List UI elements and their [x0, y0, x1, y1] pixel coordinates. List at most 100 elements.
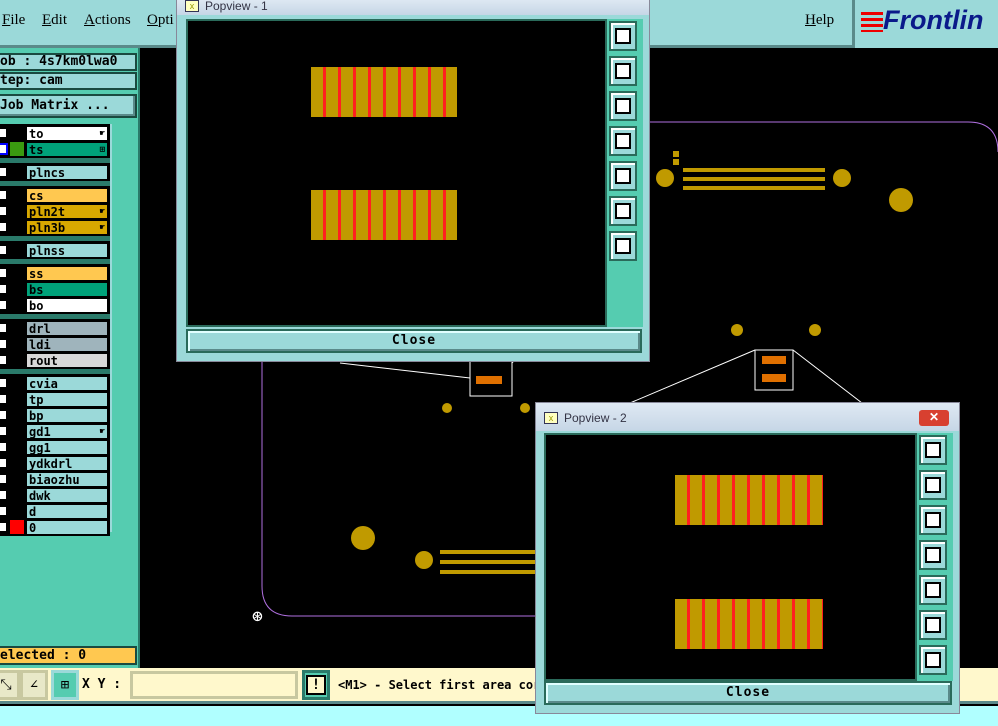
layer-checkbox[interactable]: [0, 189, 8, 201]
layer-row[interactable]: 0: [0, 519, 108, 535]
layer-checkbox[interactable]: [0, 473, 8, 485]
layer-color-swatch[interactable]: [10, 337, 24, 351]
layer-name[interactable]: plnss: [26, 242, 108, 258]
layer-name[interactable]: biaozhu: [26, 471, 108, 487]
layer-color-swatch[interactable]: [10, 142, 24, 156]
layer-row[interactable]: cvia: [0, 375, 108, 391]
layer-checkbox[interactable]: [0, 489, 8, 501]
fit-icon[interactable]: [919, 435, 947, 465]
layer-name[interactable]: tp: [26, 391, 108, 407]
pan-left-icon[interactable]: [919, 540, 947, 570]
layer-row[interactable]: tp: [0, 391, 108, 407]
layer-name[interactable]: cs: [26, 187, 108, 203]
layer-checkbox[interactable]: [0, 221, 8, 233]
layer-checkbox[interactable]: [0, 267, 8, 279]
layer-row[interactable]: ss: [0, 265, 108, 281]
layer-color-swatch[interactable]: [10, 220, 24, 234]
layer-name[interactable]: 0: [26, 519, 108, 535]
pan-up-icon[interactable]: [919, 470, 947, 500]
zoom-area-icon[interactable]: ⤡: [0, 670, 20, 700]
zoom-out-icon[interactable]: [609, 196, 637, 226]
layer-name[interactable]: gd1 ☛: [26, 423, 108, 439]
layer-name[interactable]: ydkdrl: [26, 455, 108, 471]
layer-color-swatch[interactable]: [10, 243, 24, 257]
layer-color-swatch[interactable]: [10, 520, 24, 534]
layer-name[interactable]: bo: [26, 297, 108, 313]
layer-checkbox[interactable]: [0, 143, 8, 155]
zoom-out-icon[interactable]: [919, 610, 947, 640]
layer-checkbox[interactable]: [0, 409, 8, 421]
layer-name[interactable]: dwk: [26, 487, 108, 503]
popview-1-view[interactable]: [186, 19, 607, 327]
layer-row[interactable]: bs: [0, 281, 108, 297]
layer-checkbox[interactable]: [0, 521, 8, 533]
layer-row[interactable]: plncs: [0, 164, 108, 180]
layer-checkbox[interactable]: [0, 338, 8, 350]
layer-name[interactable]: plncs: [26, 164, 108, 180]
zoom-in-icon[interactable]: [609, 231, 637, 261]
job-matrix-button[interactable]: Job Matrix ...: [0, 94, 137, 118]
layer-checkbox[interactable]: [0, 377, 8, 389]
layer-row[interactable]: ldi: [0, 336, 108, 352]
close-icon[interactable]: ✕: [919, 410, 949, 426]
layer-name[interactable]: ts ⊞: [26, 141, 108, 157]
layer-color-swatch[interactable]: [10, 321, 24, 335]
layer-checkbox[interactable]: [0, 354, 8, 366]
layer-name[interactable]: d: [26, 503, 108, 519]
layer-checkbox[interactable]: [0, 283, 8, 295]
layer-row[interactable]: rout: [0, 352, 108, 368]
layer-name[interactable]: rout: [26, 352, 108, 368]
layer-checkbox[interactable]: [0, 166, 8, 178]
layer-color-swatch[interactable]: [10, 472, 24, 486]
popview-1-titlebar[interactable]: x Popview - 1: [177, 0, 649, 15]
layer-row[interactable]: drl: [0, 320, 108, 336]
layer-checkbox[interactable]: [0, 299, 8, 311]
layer-color-swatch[interactable]: [10, 353, 24, 367]
layer-list[interactable]: to ☛ ts ⊞ plncs cs pln2t ☛ pln3b ☛ plnss ss bs bo drl l…: [0, 124, 112, 536]
grid-icon[interactable]: ⊞: [51, 670, 79, 700]
layer-checkbox[interactable]: [0, 127, 8, 139]
menu-file[interactable]: File: [2, 12, 25, 29]
layer-color-swatch[interactable]: [10, 504, 24, 518]
layer-checkbox[interactable]: [0, 322, 8, 334]
layer-name[interactable]: pln2t ☛: [26, 203, 108, 219]
layer-checkbox[interactable]: [0, 244, 8, 256]
measure-icon[interactable]: ∠: [20, 670, 48, 700]
layer-name[interactable]: bp: [26, 407, 108, 423]
layer-name[interactable]: to ☛: [26, 125, 108, 141]
layer-checkbox[interactable]: [0, 457, 8, 469]
layer-checkbox[interactable]: [0, 205, 8, 217]
pan-down-icon[interactable]: [919, 505, 947, 535]
layer-color-swatch[interactable]: [10, 298, 24, 312]
layer-color-swatch[interactable]: [10, 165, 24, 179]
layer-checkbox[interactable]: [0, 441, 8, 453]
pan-down-icon[interactable]: [609, 91, 637, 121]
menu-actions[interactable]: Actions: [84, 12, 131, 29]
layer-color-swatch[interactable]: [10, 266, 24, 280]
layer-checkbox[interactable]: [0, 505, 8, 517]
alert-icon[interactable]: !: [302, 670, 330, 700]
layer-row[interactable]: plnss: [0, 242, 108, 258]
layer-color-swatch[interactable]: [10, 392, 24, 406]
pan-up-icon[interactable]: [609, 56, 637, 86]
menu-options[interactable]: Opti: [147, 12, 174, 29]
layer-name[interactable]: gg1: [26, 439, 108, 455]
layer-name[interactable]: pln3b ☛: [26, 219, 108, 235]
layer-name[interactable]: ss: [26, 265, 108, 281]
zoom-in-icon[interactable]: [919, 645, 947, 675]
layer-row[interactable]: pln2t ☛: [0, 203, 108, 219]
popview-2-view[interactable]: [544, 433, 917, 681]
layer-color-swatch[interactable]: [10, 204, 24, 218]
popview-2-close-button[interactable]: Close: [544, 681, 952, 705]
layer-color-swatch[interactable]: [10, 188, 24, 202]
layer-row[interactable]: d: [0, 503, 108, 519]
layer-name[interactable]: bs: [26, 281, 108, 297]
layer-row[interactable]: gg1: [0, 439, 108, 455]
pan-right-icon[interactable]: [609, 161, 637, 191]
layer-row[interactable]: biaozhu: [0, 471, 108, 487]
layer-color-swatch[interactable]: [10, 376, 24, 390]
xy-input[interactable]: [130, 671, 298, 699]
layer-checkbox[interactable]: [0, 393, 8, 405]
layer-row[interactable]: pln3b ☛: [0, 219, 108, 235]
layer-row[interactable]: cs: [0, 187, 108, 203]
